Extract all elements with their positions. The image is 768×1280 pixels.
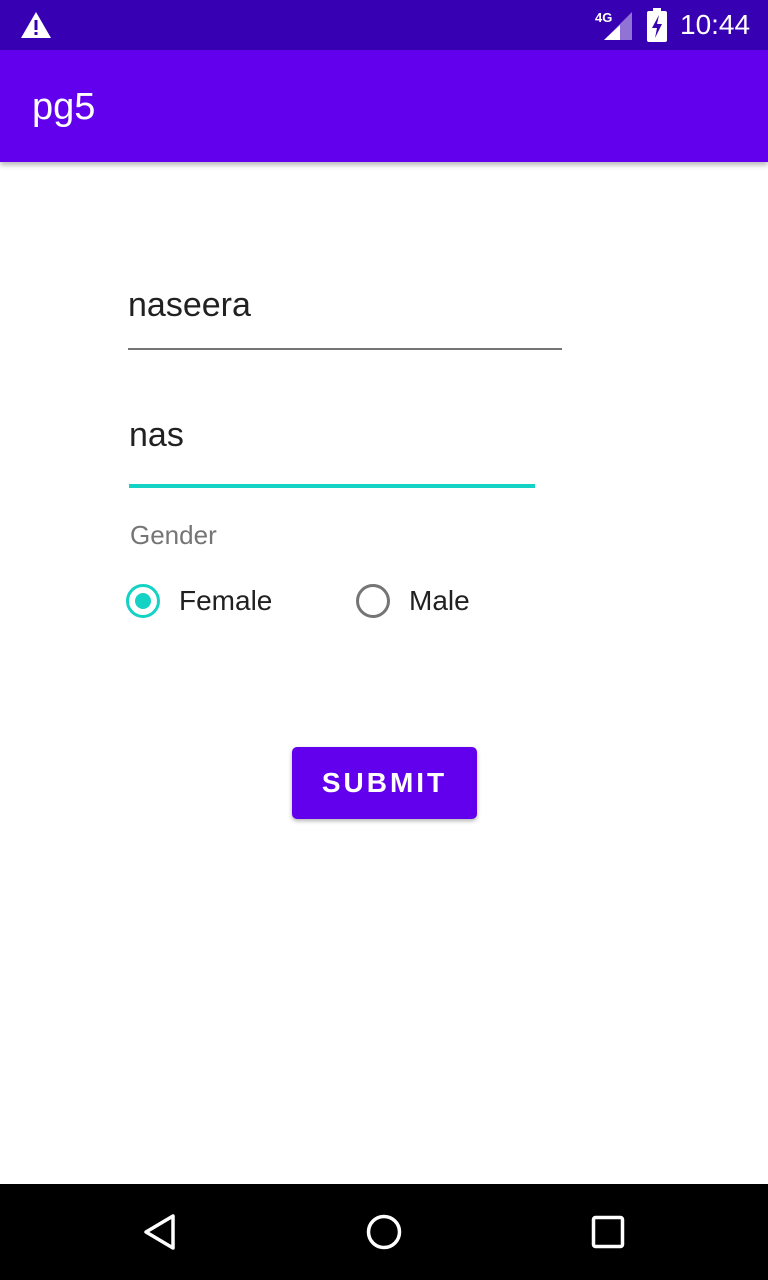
status-bar: 4G 10:44 [0,0,768,50]
warning-icon [21,12,51,38]
home-icon[interactable] [360,1208,408,1256]
password-field[interactable] [129,412,535,458]
app-title: pg5 [32,86,96,128]
radio-male[interactable]: Male [356,578,470,624]
battery-charging-icon [647,8,667,42]
network-type-label: 4G [595,10,612,25]
password-field-underline [129,484,535,488]
status-time: 10:44 [680,9,751,40]
recents-icon[interactable] [584,1208,632,1256]
radio-dot [135,593,151,609]
name-field-underline [128,348,562,350]
radio-checked-icon[interactable] [126,584,160,618]
radio-female[interactable]: Female [126,578,272,624]
signal-icon: 4G [595,10,632,40]
name-field[interactable] [128,282,562,328]
back-icon[interactable] [136,1208,184,1256]
submit-button[interactable]: SUBMIT [292,747,477,819]
app-bar: pg5 [0,50,768,162]
radio-unchecked-icon[interactable] [356,584,390,618]
gender-label: Gender [130,520,217,550]
navigation-bar [0,1184,768,1280]
radio-male-label: Male [409,585,470,616]
radio-female-label: Female [179,585,273,616]
